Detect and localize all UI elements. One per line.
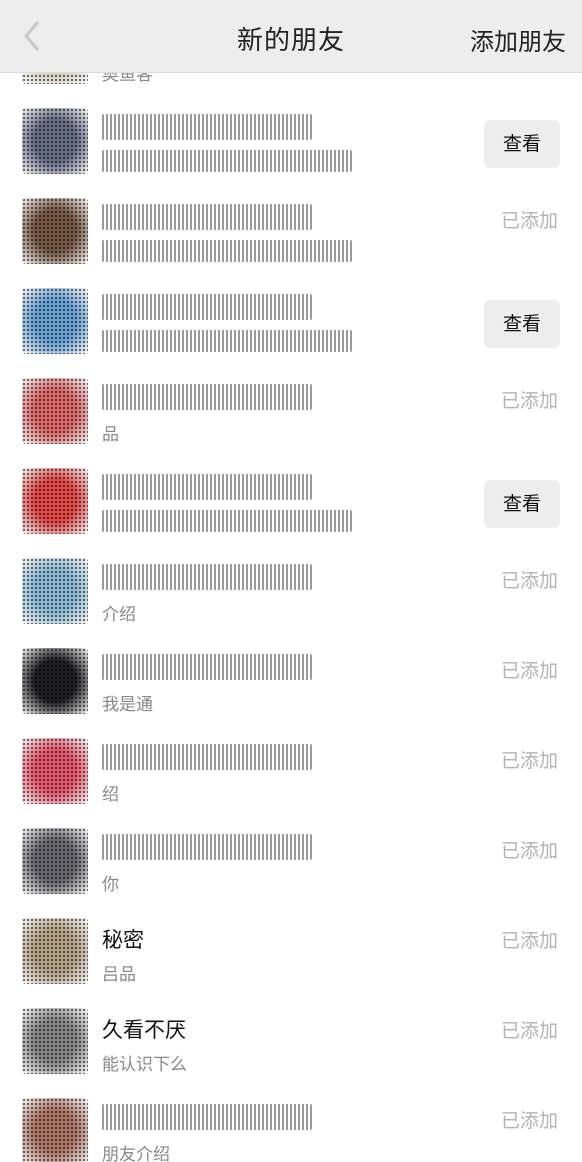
added-status: 已添加 (500, 210, 558, 232)
friend-name (102, 294, 312, 320)
avatar-image (22, 198, 88, 264)
friend-request-row[interactable]: 久看不厌能认识下么 已添加 (0, 998, 582, 1089)
friend-request-message: 朋友介绍 (102, 1145, 170, 1162)
added-status: 已添加 (500, 390, 558, 412)
avatar-image (22, 1098, 88, 1162)
top-bar: 新的朋友 添加朋友 (0, 0, 582, 73)
friend-name (102, 384, 312, 410)
avatar[interactable] (22, 198, 88, 264)
friend-request-message: 绍 (102, 785, 119, 802)
friend-request-row[interactable]: 你 已添加 (0, 818, 582, 909)
avatar[interactable] (22, 828, 88, 894)
added-status: 已添加 (500, 930, 558, 952)
added-status: 已添加 (500, 840, 558, 862)
friend-request-message: 吕品 (102, 965, 136, 982)
avatar-image (22, 918, 88, 984)
avatar[interactable] (22, 918, 88, 984)
view-button[interactable]: 查看 (484, 480, 560, 528)
friend-name (102, 834, 312, 860)
view-button[interactable]: 查看 (484, 120, 560, 168)
friend-name (102, 114, 312, 140)
avatar-image (22, 828, 88, 894)
avatar[interactable] (22, 1098, 88, 1162)
friend-request-row[interactable]: 绍 已添加 (0, 728, 582, 819)
avatar-image (22, 738, 88, 804)
avatar[interactable] (22, 288, 88, 354)
friend-request-message (102, 150, 352, 172)
avatar[interactable] (22, 108, 88, 174)
avatar-image (22, 468, 88, 534)
avatar-image (22, 108, 88, 174)
avatar[interactable] (22, 558, 88, 624)
friend-name (102, 1104, 312, 1130)
friend-name (102, 654, 312, 680)
avatar[interactable] (22, 648, 88, 714)
friend-request-message: 介绍 (102, 605, 136, 622)
friend-request-row[interactable]: 介绍 已添加 (0, 548, 582, 639)
friend-name: 秘密 (102, 928, 144, 950)
avatar[interactable] (22, 468, 88, 534)
view-button[interactable]: 查看 (484, 300, 560, 348)
friend-name (102, 204, 312, 230)
friend-request-message: 你 (102, 875, 119, 892)
avatar[interactable] (22, 738, 88, 804)
friend-request-row[interactable]: 已添加 (0, 188, 582, 279)
friend-request-row[interactable]: 朋友介绍 已添加 (0, 1088, 582, 1162)
friend-request-row[interactable]: 我是通 已添加 (0, 638, 582, 729)
avatar[interactable] (22, 378, 88, 444)
added-status: 已添加 (500, 660, 558, 682)
avatar-image (22, 558, 88, 624)
added-status: 已添加 (500, 750, 558, 772)
friend-request-message: 我是通 (102, 695, 153, 712)
friend-request-message: 能认识下么 (102, 1055, 187, 1072)
friend-request-row[interactable]: 查看 (0, 458, 582, 549)
friend-request-message (102, 330, 352, 352)
add-friend-button[interactable]: 添加朋友 (470, 22, 566, 57)
avatar-image (22, 378, 88, 444)
friend-name (102, 474, 312, 500)
friend-request-row[interactable]: 查看 (0, 98, 582, 189)
friend-request-row[interactable]: 秘密吕品 已添加 (0, 908, 582, 999)
friend-request-message: 品 (102, 425, 119, 442)
friend-name (102, 744, 312, 770)
friend-request-message (102, 510, 352, 532)
friend-request-row[interactable]: 品 已添加 (0, 368, 582, 459)
friend-request-row[interactable]: 查看 (0, 278, 582, 369)
avatar-image (22, 1008, 88, 1074)
friend-name: 久看不厌 (102, 1018, 186, 1040)
added-status: 已添加 (500, 1110, 558, 1132)
avatar-image (22, 648, 88, 714)
avatar[interactable] (22, 1008, 88, 1074)
avatar-image (22, 288, 88, 354)
new-friends-list: 奥鱼客 查看 已添加 查看品已添加 查看 介绍 已添加 我是通 已添加绍已添加你已添加 秘密 吕品已… (0, 0, 582, 1162)
friend-name (102, 564, 312, 590)
added-status: 已添加 (500, 1020, 558, 1042)
added-status: 已添加 (500, 570, 558, 592)
friend-request-message (102, 240, 352, 262)
